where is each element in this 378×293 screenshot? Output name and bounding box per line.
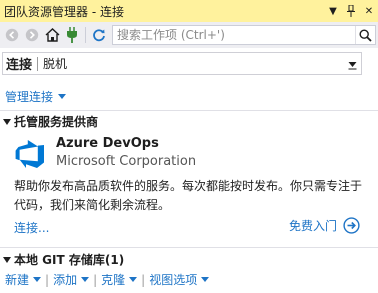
dropdown-arrow-icon bbox=[33, 277, 42, 282]
local-git-title: 本地 GIT 存储库(1) bbox=[14, 253, 125, 267]
page-navigation: 连接 脱机 bbox=[0, 52, 378, 76]
manage-connections-label: 管理连接 bbox=[5, 90, 54, 104]
git-new-label: 新建 bbox=[5, 273, 30, 287]
provider-name: Azure DevOps bbox=[56, 136, 159, 151]
hosted-providers-header[interactable]: 托管服务提供商 bbox=[0, 113, 98, 130]
current-page-label: 连接 bbox=[6, 58, 33, 73]
forward-button[interactable] bbox=[22, 24, 42, 46]
action-divider: | bbox=[141, 272, 146, 287]
connect-link[interactable]: 连接... bbox=[14, 219, 49, 236]
hosted-providers-title: 托管服务提供商 bbox=[14, 115, 99, 129]
manage-connections-menu[interactable]: 管理连接 bbox=[5, 88, 67, 105]
azure-devops-logo-icon bbox=[15, 140, 44, 168]
dropdown-arrow-icon bbox=[201, 277, 210, 282]
search-box[interactable] bbox=[112, 25, 376, 45]
provider-description: 帮助你发布高品质软件的服务。每次都能按时发布。你只需专注于代码，我们来简化剩余流… bbox=[14, 179, 363, 212]
toolbar bbox=[0, 22, 378, 48]
page-selector[interactable]: 连接 脱机 bbox=[2, 52, 362, 75]
back-arrow-icon bbox=[5, 28, 19, 42]
get-started-label: 免费入门 bbox=[289, 219, 338, 233]
home-button[interactable] bbox=[42, 24, 62, 46]
dropdown-arrow-icon bbox=[129, 277, 138, 282]
offline-link[interactable]: 脱机 bbox=[43, 55, 67, 72]
arrow-right-circle-icon bbox=[343, 217, 360, 234]
git-view-options-label: 视图选项 bbox=[149, 273, 198, 287]
dropdown-arrow-icon bbox=[81, 277, 90, 282]
back-button[interactable] bbox=[2, 24, 22, 46]
git-view-options-menu[interactable]: 视图选项 bbox=[149, 271, 210, 288]
nav-divider bbox=[37, 56, 39, 71]
title-bar: 团队资源管理器 - 连接 ▼ ✕ bbox=[0, 0, 378, 22]
get-started-free-link[interactable]: 免费入门 bbox=[289, 217, 360, 234]
git-actions-bar: 新建 | 添加 | 克隆 | 视图选项 bbox=[5, 271, 210, 288]
forward-arrow-icon bbox=[25, 28, 39, 42]
collapse-triangle-icon bbox=[0, 256, 14, 263]
git-add-menu[interactable]: 添加 bbox=[53, 271, 90, 288]
home-icon bbox=[45, 28, 59, 42]
toolbar-separator bbox=[85, 27, 86, 43]
plug-icon bbox=[67, 27, 77, 43]
git-new-menu[interactable]: 新建 bbox=[5, 271, 42, 288]
section-divider bbox=[0, 110, 378, 111]
search-icon bbox=[359, 28, 372, 42]
git-clone-menu[interactable]: 克隆 bbox=[101, 271, 138, 288]
collapse-triangle-icon bbox=[0, 118, 14, 125]
local-git-header[interactable]: 本地 GIT 存储库(1) bbox=[0, 251, 124, 268]
git-add-label: 添加 bbox=[53, 273, 78, 287]
refresh-button[interactable] bbox=[89, 24, 109, 46]
search-input[interactable] bbox=[113, 26, 355, 44]
close-icon[interactable]: ✕ bbox=[360, 2, 378, 20]
connect-plug-button[interactable] bbox=[62, 24, 82, 46]
window-menu-dropdown-icon[interactable]: ▼ bbox=[324, 2, 342, 20]
window-title: 团队资源管理器 - 连接 bbox=[4, 4, 124, 19]
provider-company: Microsoft Corporation bbox=[56, 154, 197, 169]
action-divider: | bbox=[45, 272, 50, 287]
section-divider bbox=[0, 247, 378, 248]
dropdown-arrow-icon bbox=[58, 94, 67, 99]
refresh-icon bbox=[93, 29, 105, 42]
pin-icon[interactable] bbox=[342, 2, 360, 20]
chevron-down-icon[interactable] bbox=[348, 58, 357, 73]
search-options-button[interactable] bbox=[355, 26, 375, 44]
action-divider: | bbox=[93, 272, 98, 287]
git-clone-label: 克隆 bbox=[101, 273, 126, 287]
